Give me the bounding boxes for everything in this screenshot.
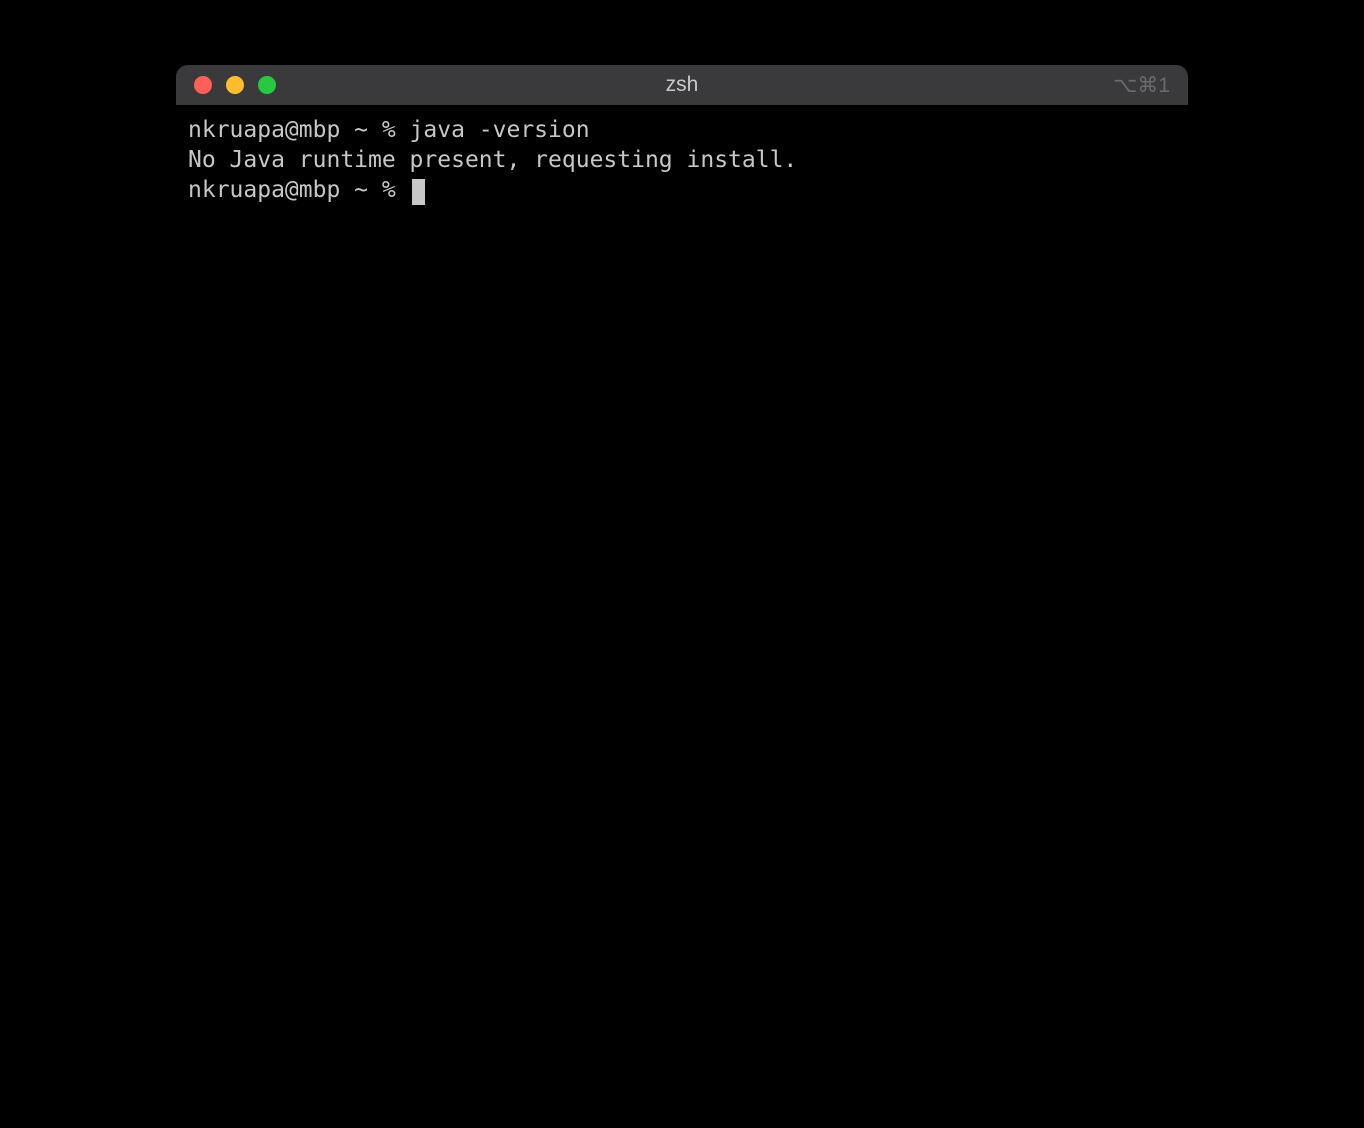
maximize-button[interactable] [258,76,276,94]
terminal-line: nkruapa@mbp ~ % java -version [188,115,1176,145]
minimize-button[interactable] [226,76,244,94]
window-title: zsh [176,73,1188,97]
prompt: nkruapa@mbp ~ % [188,177,410,203]
traffic-lights [176,76,276,94]
prompt: nkruapa@mbp ~ % [188,117,410,143]
terminal-line: nkruapa@mbp ~ % [188,175,1176,205]
terminal-line: No Java runtime present, requesting inst… [188,145,1176,175]
command: java -version [410,117,590,143]
close-button[interactable] [194,76,212,94]
terminal-body[interactable]: nkruapa@mbp ~ % java -versionNo Java run… [176,105,1188,889]
titlebar: zsh ⌥⌘1 [176,65,1188,105]
terminal-window: zsh ⌥⌘1 nkruapa@mbp ~ % java -versionNo … [176,65,1188,889]
output: No Java runtime present, requesting inst… [188,147,797,173]
window-shortcut-hint: ⌥⌘1 [1113,73,1170,98]
cursor [412,179,425,205]
